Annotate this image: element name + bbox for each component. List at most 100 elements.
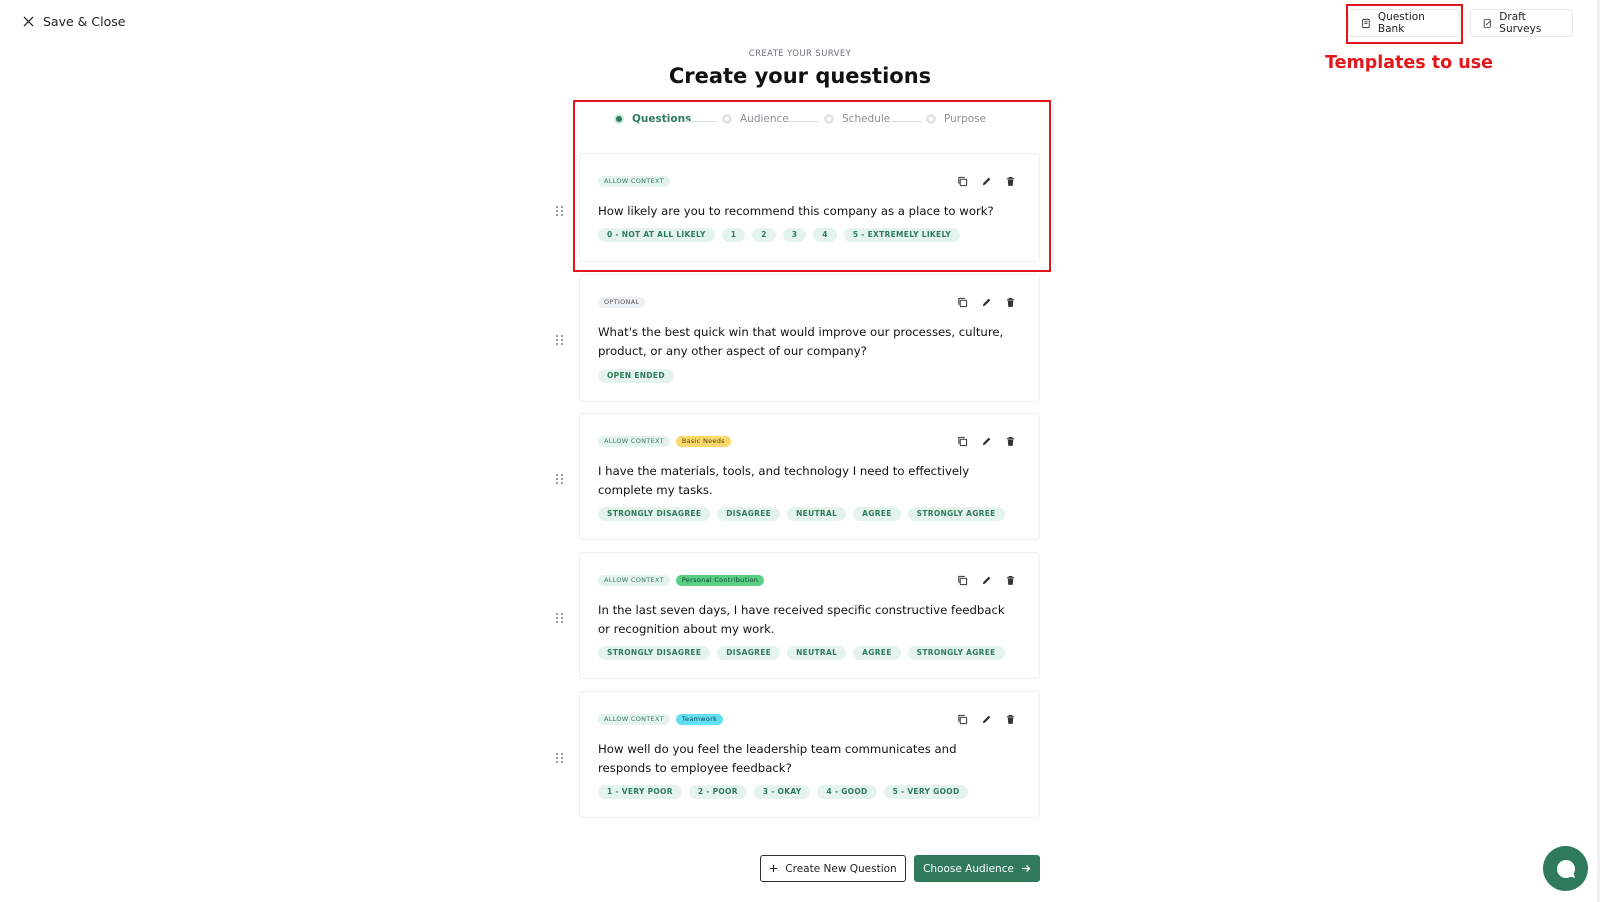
tag-row: ALLOW CONTEXT Personal Contribution xyxy=(598,575,765,586)
category-tag: Basic Needs xyxy=(675,436,731,447)
answer-chip: STRONGLY DISAGREE xyxy=(598,646,711,660)
question-card[interactable]: ALLOW CONTEXT How likely are you to reco… xyxy=(579,153,1040,262)
choose-audience-button[interactable]: Choose Audience xyxy=(914,855,1040,882)
step-label: Schedule xyxy=(842,113,891,125)
draft-icon xyxy=(1483,18,1491,28)
answer-chip: NEUTRAL xyxy=(787,507,847,521)
allow-context-tag: ALLOW CONTEXT xyxy=(598,714,670,725)
answer-chip: STRONGLY DISAGREE xyxy=(598,507,711,521)
survey-builder-page: Save & Close Question Bank Draft Surveys… xyxy=(0,0,1600,902)
answer-chip: 0 - NOT AT ALL LIKELY xyxy=(598,228,715,242)
page-title: Create your questions xyxy=(668,64,932,88)
tag-row: ALLOW CONTEXT Basic Needs xyxy=(598,436,731,447)
optional-tag: OPTIONAL xyxy=(598,297,646,308)
answer-chip: STRONGLY AGREE xyxy=(907,646,1005,660)
chat-launcher-button[interactable] xyxy=(1543,846,1588,891)
step-audience[interactable]: Audience xyxy=(722,113,789,125)
drag-handle-icon[interactable] xyxy=(555,609,564,624)
step-label: Audience xyxy=(740,113,789,125)
step-dot xyxy=(926,114,936,124)
question-card[interactable]: ALLOW CONTEXT Teamwork How well do you f… xyxy=(579,691,1040,818)
edit-icon[interactable] xyxy=(979,295,993,309)
drag-handle-icon[interactable] xyxy=(555,749,564,764)
answer-chip: DISAGREE xyxy=(717,507,781,521)
trash-icon[interactable] xyxy=(1003,174,1017,188)
card-actions xyxy=(955,295,1017,309)
draft-surveys-label: Draft Surveys xyxy=(1499,11,1542,35)
answer-chip: AGREE xyxy=(853,507,901,521)
copy-icon[interactable] xyxy=(955,174,969,188)
page-eyebrow: CREATE YOUR SURVEY xyxy=(748,49,852,59)
answer-chip: OPEN ENDED xyxy=(598,369,674,383)
question-bank-button[interactable]: Question Bank xyxy=(1348,9,1460,37)
step-label: Purpose xyxy=(944,113,987,125)
step-schedule[interactable]: Schedule xyxy=(824,113,890,125)
question-bank-label: Question Bank xyxy=(1377,11,1425,35)
question-text: In the last seven days, I have received … xyxy=(598,603,1005,636)
plus-icon xyxy=(770,864,778,873)
answer-chip: 5 - EXTREMELY LIKELY xyxy=(843,228,961,242)
drag-handle-icon[interactable] xyxy=(555,470,564,485)
question-text: What's the best quick win that would imp… xyxy=(598,325,1004,358)
edit-icon[interactable] xyxy=(979,712,993,726)
answer-chip: 2 xyxy=(752,228,776,242)
category-tag: Teamwork xyxy=(675,714,724,725)
trash-icon[interactable] xyxy=(1003,434,1017,448)
card-actions xyxy=(955,712,1017,726)
card-actions xyxy=(955,174,1017,188)
step-label: Questions xyxy=(632,113,692,125)
allow-context-tag: ALLOW CONTEXT xyxy=(598,176,670,187)
answer-chip: 4 xyxy=(813,228,837,242)
tag-row: ALLOW CONTEXT Teamwork xyxy=(598,714,724,725)
card-actions xyxy=(955,434,1017,448)
step-connector xyxy=(892,121,922,122)
question-card[interactable]: ALLOW CONTEXT Personal Contribution In t… xyxy=(579,552,1040,679)
drag-handle-icon[interactable] xyxy=(555,202,564,217)
step-connector xyxy=(686,121,718,122)
step-dot xyxy=(824,114,834,124)
copy-icon[interactable] xyxy=(955,434,969,448)
answer-chip: STRONGLY AGREE xyxy=(907,507,1005,521)
answer-chip: NEUTRAL xyxy=(787,646,847,660)
question-card[interactable]: OPTIONAL What's the best quick win that … xyxy=(579,274,1040,402)
card-actions xyxy=(955,573,1017,587)
draft-surveys-button[interactable]: Draft Surveys xyxy=(1470,9,1573,37)
question-card[interactable]: ALLOW CONTEXT Basic Needs I have the mat… xyxy=(579,413,1040,540)
trash-icon[interactable] xyxy=(1003,712,1017,726)
answer-chip: 1 xyxy=(721,228,746,242)
allow-context-tag: ALLOW CONTEXT xyxy=(598,575,670,586)
tag-row: OPTIONAL xyxy=(598,297,646,308)
choose-audience-label: Choose Audience xyxy=(923,862,1014,875)
question-text: How well do you feel the leadership team… xyxy=(598,742,957,775)
book-icon xyxy=(1362,18,1370,28)
trash-icon[interactable] xyxy=(1003,295,1017,309)
answer-options: 1 - VERY POOR 2 - POOR 3 - OKAY 4 - GOOD… xyxy=(598,785,969,799)
answer-chip: 1 - VERY POOR xyxy=(598,785,682,799)
close-icon xyxy=(23,16,34,27)
edit-icon[interactable] xyxy=(979,573,993,587)
question-text: How likely are you to recommend this com… xyxy=(598,204,994,218)
edit-icon[interactable] xyxy=(979,174,993,188)
copy-icon[interactable] xyxy=(955,712,969,726)
create-new-question-button[interactable]: Create New Question xyxy=(760,855,906,882)
save-close-button[interactable]: Save & Close xyxy=(23,14,125,29)
answer-chip: 3 xyxy=(782,228,807,242)
trash-icon[interactable] xyxy=(1003,573,1017,587)
answer-chip: DISAGREE xyxy=(717,646,781,660)
step-questions[interactable]: Questions xyxy=(614,113,691,125)
copy-icon[interactable] xyxy=(955,573,969,587)
step-connector xyxy=(788,121,818,122)
edit-icon[interactable] xyxy=(979,434,993,448)
tag-row: ALLOW CONTEXT xyxy=(598,176,670,187)
answer-options: STRONGLY DISAGREE DISAGREE NEUTRAL AGREE… xyxy=(598,507,1005,521)
step-purpose[interactable]: Purpose xyxy=(926,113,986,125)
answer-options: STRONGLY DISAGREE DISAGREE NEUTRAL AGREE… xyxy=(598,646,1005,660)
allow-context-tag: ALLOW CONTEXT xyxy=(598,436,670,447)
step-dot xyxy=(614,114,624,124)
create-new-question-label: Create New Question xyxy=(785,862,897,875)
drag-handle-icon[interactable] xyxy=(555,331,564,346)
chat-icon xyxy=(1556,859,1575,878)
copy-icon[interactable] xyxy=(955,295,969,309)
answer-chip: AGREE xyxy=(853,646,901,660)
category-tag: Personal Contribution xyxy=(675,575,765,586)
